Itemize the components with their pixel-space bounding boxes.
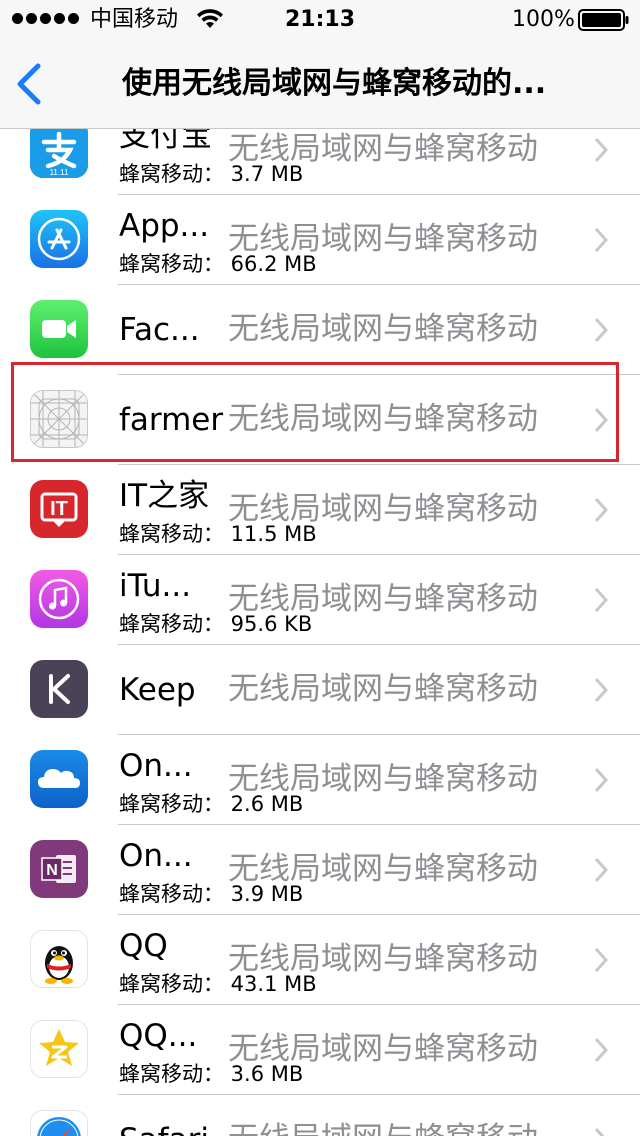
- list-item-ithome[interactable]: IT IT之家 蜂窝移动： 11.5 MB 无线局域网与蜂窝移动: [0, 465, 640, 555]
- chevron-right-icon: [594, 407, 608, 433]
- list-item-onenote[interactable]: N On... 蜂窝移动： 3.9 MB 无线局域网与蜂窝移动: [0, 825, 640, 915]
- qq-icon: [30, 930, 88, 988]
- chevron-left-icon: [17, 63, 41, 105]
- safari-icon: [30, 1110, 88, 1136]
- svg-text:N: N: [46, 862, 58, 879]
- qzone-icon: [30, 1020, 88, 1078]
- app-name: Keep: [119, 672, 196, 708]
- keep-icon: [30, 660, 88, 718]
- placeholder-app-icon: [30, 390, 88, 448]
- app-name: On...: [119, 748, 193, 784]
- status-bar: 中国移动 21:13 100%: [0, 0, 640, 40]
- navigation-bar: 使用无线局域网与蜂窝移动的...: [0, 40, 640, 129]
- back-button[interactable]: [10, 60, 54, 108]
- network-access-value: 无线局域网与蜂窝移动: [228, 401, 538, 437]
- list-item-facetime[interactable]: Fac... 无线局域网与蜂窝移动: [0, 285, 640, 375]
- chevron-right-icon: [594, 677, 608, 703]
- battery-percentage: 100%: [512, 7, 575, 32]
- ithome-icon: IT: [30, 480, 88, 538]
- app-name: On...: [119, 838, 193, 874]
- itunes-icon: [30, 570, 88, 628]
- list-item-alipay[interactable]: 11.11 支付宝 蜂窝移动： 3.7 MB 无线局域网与蜂窝移动: [0, 129, 640, 195]
- app-name: QQ: [119, 928, 168, 964]
- chevron-right-icon: [594, 857, 608, 883]
- page-title: 使用无线局域网与蜂窝移动的...: [122, 66, 547, 101]
- svg-text:11.11: 11.11: [50, 168, 69, 177]
- chevron-right-icon: [594, 767, 608, 793]
- network-access-value: 无线局域网与蜂窝移动: [228, 671, 538, 707]
- app-name: App...: [119, 208, 210, 244]
- network-access-value: 无线局域网与蜂窝移动: [228, 491, 538, 527]
- list-item-onedrive[interactable]: On... 蜂窝移动： 2.6 MB 无线局域网与蜂窝移动: [0, 735, 640, 825]
- onenote-icon: N: [30, 840, 88, 898]
- app-store-icon: [30, 210, 88, 268]
- network-access-value: 无线局域网与蜂窝移动: [228, 221, 538, 257]
- list-item-itunes[interactable]: iTu... 蜂窝移动： 95.6 KB 无线局域网与蜂窝移动: [0, 555, 640, 645]
- list-item-safari[interactable]: Safari 无线局域网与蜂窝移动: [0, 1095, 640, 1136]
- list-item-qq[interactable]: QQ 蜂窝移动： 43.1 MB 无线局域网与蜂窝移动: [0, 915, 640, 1005]
- network-access-value: 无线局域网与蜂窝移动: [228, 761, 538, 797]
- onedrive-icon: [30, 750, 88, 808]
- app-name: IT之家: [119, 478, 210, 514]
- app-name: farmer: [119, 402, 224, 438]
- app-name: 支付宝: [119, 129, 212, 154]
- app-name: iTu...: [119, 568, 192, 604]
- app-name: Safari: [119, 1119, 209, 1136]
- chevron-right-icon: [594, 947, 608, 973]
- svg-text:IT: IT: [50, 498, 68, 520]
- chevron-right-icon: [594, 137, 608, 163]
- chevron-right-icon: [594, 317, 608, 343]
- network-access-value: 无线局域网与蜂窝移动: [228, 851, 538, 887]
- network-access-value: 无线局域网与蜂窝移动: [228, 131, 538, 167]
- list-item-qzone[interactable]: QQ... 蜂窝移动： 3.6 MB 无线局域网与蜂窝移动: [0, 1005, 640, 1095]
- app-name: Fac...: [119, 312, 200, 348]
- list-item-app-store[interactable]: App... 蜂窝移动： 66.2 MB 无线局域网与蜂窝移动: [0, 195, 640, 285]
- chevron-right-icon: [594, 227, 608, 253]
- chevron-right-icon: [594, 587, 608, 613]
- app-name: QQ...: [119, 1018, 198, 1054]
- network-access-value: 无线局域网与蜂窝移动: [228, 941, 538, 977]
- chevron-right-icon: [594, 1127, 605, 1136]
- facetime-icon: [30, 300, 88, 358]
- chevron-right-icon: [594, 1037, 608, 1063]
- network-access-value: 无线局域网与蜂窝移动: [228, 1031, 538, 1067]
- battery-icon: [578, 9, 629, 31]
- alipay-icon: 11.11: [30, 129, 88, 178]
- list-item-farmer[interactable]: farmer 无线局域网与蜂窝移动: [0, 375, 640, 465]
- network-access-value: 无线局域网与蜂窝移动: [228, 1117, 538, 1136]
- network-access-value: 无线局域网与蜂窝移动: [228, 311, 538, 347]
- list-item-keep[interactable]: Keep 无线局域网与蜂窝移动: [0, 645, 640, 735]
- network-access-value: 无线局域网与蜂窝移动: [228, 581, 538, 617]
- app-list[interactable]: 11.11 支付宝 蜂窝移动： 3.7 MB 无线局域网与蜂窝移动 App...…: [0, 129, 640, 1136]
- chevron-right-icon: [594, 497, 608, 523]
